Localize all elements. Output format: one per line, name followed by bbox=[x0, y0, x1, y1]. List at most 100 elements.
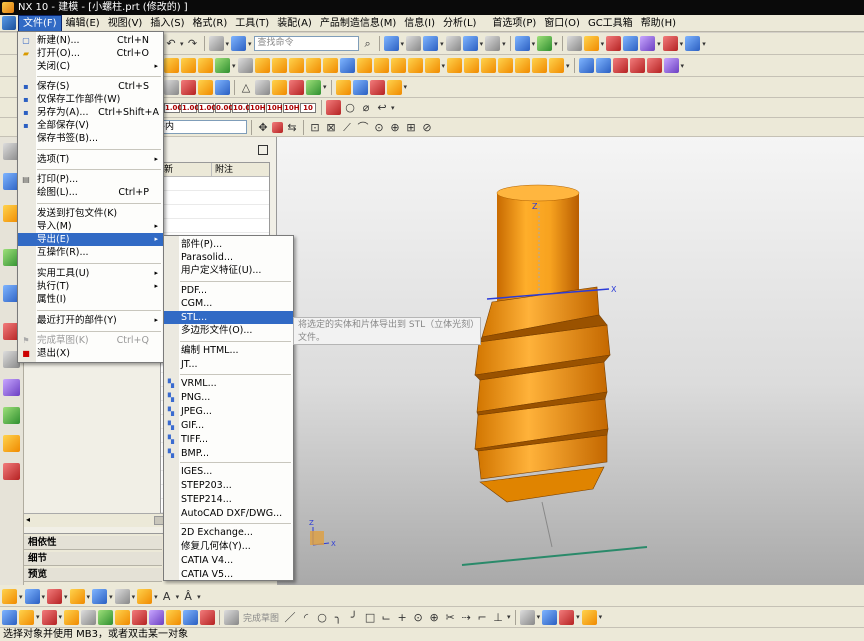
rotate-icon[interactable] bbox=[623, 36, 639, 51]
sketch-circle-icon[interactable]: ○ bbox=[315, 610, 329, 625]
scroll-left-icon[interactable]: ◂ bbox=[26, 515, 30, 524]
menu-item-options[interactable]: 选项(T) ▸ bbox=[18, 153, 163, 166]
mirror-icon[interactable] bbox=[481, 58, 497, 73]
datum-plane-icon[interactable] bbox=[255, 79, 270, 95]
menu-insert[interactable]: 插入(S) bbox=[146, 16, 188, 31]
search-icon[interactable]: ⌕ bbox=[361, 36, 375, 51]
boss-icon[interactable] bbox=[254, 58, 270, 73]
menu-item-pack[interactable]: 发送到打包文件(K) bbox=[18, 207, 163, 220]
menu-item-open[interactable]: ▰ 打开(O)... Ctrl+O bbox=[18, 47, 163, 60]
export-gif[interactable]: ▚ GIF... bbox=[164, 419, 293, 432]
groove-icon[interactable] bbox=[322, 58, 338, 73]
trim-body-icon[interactable] bbox=[498, 58, 514, 73]
export-polygon-file[interactable]: 多边形文件(O)... bbox=[164, 324, 293, 337]
sketch-rectangle-icon[interactable]: □ bbox=[363, 610, 377, 625]
export-jpeg[interactable]: ▚ JPEG... bbox=[164, 405, 293, 418]
show-hide-icon[interactable] bbox=[640, 36, 656, 51]
sync-replace-face-icon[interactable] bbox=[629, 58, 645, 73]
fastener-icon[interactable] bbox=[289, 79, 304, 95]
process-studio-icon[interactable] bbox=[3, 407, 20, 424]
sync-move-face-icon[interactable] bbox=[578, 58, 594, 73]
bolt-icon[interactable] bbox=[386, 79, 402, 95]
export-html[interactable]: 编制 HTML... bbox=[164, 344, 293, 357]
pattern-icon[interactable] bbox=[464, 58, 480, 73]
rectangle-icon[interactable] bbox=[115, 609, 131, 625]
menu-item-save-all[interactable]: ▪ 全部保存(V) bbox=[18, 119, 163, 132]
column-header-note[interactable]: 附注 bbox=[211, 163, 269, 177]
offset-curve-icon[interactable] bbox=[200, 609, 216, 625]
edge-blend-icon[interactable] bbox=[390, 58, 406, 73]
menu-item-exit[interactable]: ■ 退出(X) bbox=[18, 347, 163, 360]
menu-item-export[interactable]: 导出(E) ▸ bbox=[18, 233, 163, 246]
text-a-icon[interactable]: A bbox=[160, 589, 174, 604]
menu-item-interoperate[interactable]: 互操作(R)... bbox=[18, 246, 163, 259]
snap-quadrant-icon[interactable]: ⊕ bbox=[388, 120, 402, 135]
sketch-relations-icon[interactable] bbox=[542, 609, 558, 625]
menu-item-save-bookmark[interactable]: 保存书签(B)... bbox=[18, 132, 163, 145]
screw-head-top-face[interactable] bbox=[496, 184, 580, 202]
drafting-icon[interactable] bbox=[164, 79, 179, 95]
line-icon[interactable] bbox=[41, 609, 57, 625]
menu-item-save[interactable]: ▪ 保存(S) Ctrl+S bbox=[18, 80, 163, 93]
hole-icon[interactable] bbox=[237, 58, 253, 73]
export-catia-v5[interactable]: CATIA V5... bbox=[164, 568, 293, 581]
point-icon[interactable] bbox=[2, 589, 17, 604]
sync-pull-face-icon[interactable] bbox=[595, 58, 611, 73]
snap-point-icon[interactable]: ⊘ bbox=[420, 120, 434, 135]
spring-design-icon[interactable] bbox=[215, 79, 230, 95]
menu-file[interactable]: 文件(F) bbox=[18, 14, 62, 32]
datum-icon[interactable] bbox=[215, 58, 230, 73]
sketch-polyline-icon[interactable]: ⌙ bbox=[379, 610, 393, 625]
sketch-corner-icon[interactable]: ⌐ bbox=[475, 610, 489, 625]
sketch-trim-icon[interactable]: ✂ bbox=[443, 610, 457, 625]
snap-arc-icon[interactable]: ⌒ bbox=[356, 120, 370, 135]
menu-view[interactable]: 视图(V) bbox=[104, 16, 147, 31]
menu-window[interactable]: 窗口(O) bbox=[540, 16, 584, 31]
weld-icon[interactable] bbox=[306, 79, 321, 95]
fit-view-icon[interactable] bbox=[383, 36, 399, 51]
menu-item-properties[interactable]: 属性(I) bbox=[18, 293, 163, 306]
menu-preferences[interactable]: 首选项(P) bbox=[488, 16, 540, 31]
graphics-window[interactable]: X Z Z X bbox=[277, 137, 864, 585]
unite-icon[interactable] bbox=[339, 58, 355, 73]
sync-offset-region-icon[interactable] bbox=[646, 58, 662, 73]
menu-help[interactable]: 帮助(H) bbox=[637, 16, 680, 31]
select-filter-icon[interactable]: ✥ bbox=[256, 120, 270, 135]
fillet-icon[interactable] bbox=[98, 609, 114, 625]
tube-icon[interactable] bbox=[272, 79, 287, 95]
snap-line-icon[interactable]: ⟋ bbox=[340, 120, 354, 135]
thread-body[interactable] bbox=[474, 286, 611, 480]
wcs-icon[interactable] bbox=[566, 36, 582, 51]
dimension-icon[interactable] bbox=[326, 100, 341, 115]
pmi-icon[interactable] bbox=[181, 79, 196, 95]
background-icon[interactable] bbox=[485, 36, 501, 51]
section-view-icon[interactable] bbox=[514, 36, 530, 51]
profile-icon[interactable] bbox=[19, 609, 34, 625]
subtract-icon[interactable] bbox=[356, 58, 372, 73]
extrude-icon[interactable] bbox=[181, 58, 196, 73]
render-style-icon[interactable] bbox=[462, 36, 478, 51]
slot-icon[interactable] bbox=[305, 58, 321, 73]
chamfer-icon[interactable] bbox=[407, 58, 423, 73]
component-icon[interactable] bbox=[137, 589, 153, 604]
export-step214[interactable]: STEP214... bbox=[164, 493, 293, 506]
sketch-offset-icon[interactable]: ⊙ bbox=[411, 610, 425, 625]
layer-icon[interactable] bbox=[537, 36, 553, 51]
surface-icon[interactable] bbox=[69, 589, 85, 604]
export-cgm[interactable]: CGM... bbox=[164, 297, 293, 310]
snap-icon[interactable] bbox=[583, 36, 599, 51]
thread-icon[interactable] bbox=[549, 58, 565, 73]
sketch-extend-icon[interactable]: ⇢ bbox=[459, 610, 473, 625]
column-header-new[interactable]: 新 bbox=[161, 163, 211, 177]
menu-assemblies[interactable]: 装配(A) bbox=[273, 16, 316, 31]
conic-icon[interactable] bbox=[166, 609, 182, 625]
datum-csys-icon[interactable] bbox=[24, 589, 40, 604]
intersect-icon[interactable] bbox=[373, 58, 389, 73]
export-iges[interactable]: IGES... bbox=[164, 465, 293, 478]
snap-center-icon[interactable]: ⊙ bbox=[372, 120, 386, 135]
menu-item-recent-parts[interactable]: 最近打开的部件(Y) ▸ bbox=[18, 314, 163, 327]
undo-icon[interactable]: ↶ bbox=[164, 36, 178, 51]
gear-design-icon[interactable] bbox=[198, 79, 213, 95]
menu-item-import[interactable]: 导入(M) ▸ bbox=[18, 220, 163, 233]
export-png[interactable]: ▚ PNG... bbox=[164, 391, 293, 404]
